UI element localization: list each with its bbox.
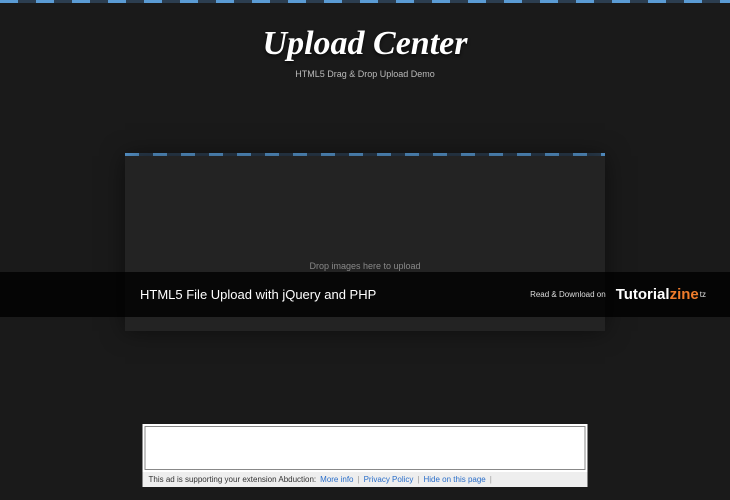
page-subtitle: HTML5 Drag & Drop Upload Demo — [0, 69, 730, 79]
separator: | — [490, 475, 492, 484]
header: Upload Center HTML5 Drag & Drop Upload D… — [0, 3, 730, 91]
ad-hide-link[interactable]: Hide on this page — [423, 475, 485, 484]
separator: | — [417, 475, 419, 484]
tz-brand-a: Tutorial — [616, 286, 670, 303]
ad-slot[interactable] — [145, 426, 586, 470]
page-title: Upload Center — [0, 25, 730, 63]
article-cta: Read & Download on — [530, 290, 606, 299]
article-title: HTML5 File Upload with jQuery and PHP — [140, 287, 530, 302]
ad-more-info-link[interactable]: More info — [320, 475, 353, 484]
dropzone-instruction: Drop images here to upload — [125, 261, 605, 271]
tutorialzine-link[interactable]: Tutorialzinetz — [616, 286, 706, 303]
tz-brand-b: zine — [670, 286, 699, 303]
article-overlay: HTML5 File Upload with jQuery and PHP Re… — [0, 272, 730, 317]
ad-container: This ad is supporting your extension Abd… — [143, 424, 588, 486]
ad-notice-text: This ad is supporting your extension Abd… — [149, 475, 317, 484]
ad-notice-bar: This ad is supporting your extension Abd… — [143, 472, 588, 487]
tz-brand-sup: tz — [700, 290, 706, 299]
separator: | — [358, 475, 360, 484]
ad-privacy-link[interactable]: Privacy Policy — [364, 475, 414, 484]
